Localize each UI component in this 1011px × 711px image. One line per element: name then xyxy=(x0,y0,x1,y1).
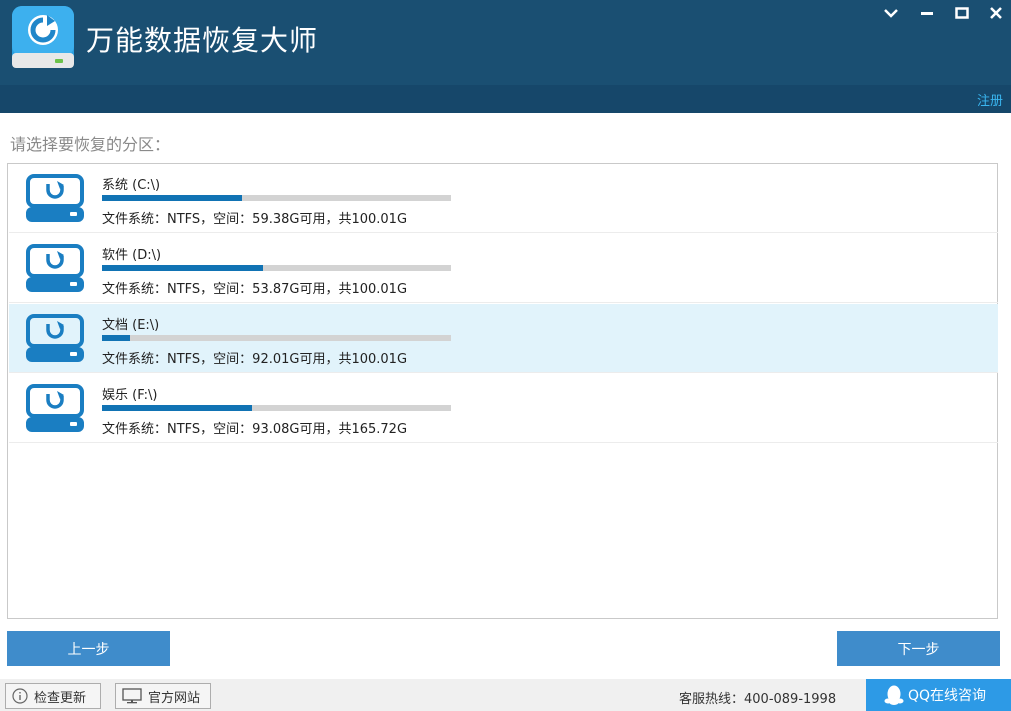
usage-bar xyxy=(102,265,451,271)
monitor-icon xyxy=(122,688,142,704)
drive-info: 文件系统：NTFS，空间：53.87G可用，共100.01G xyxy=(102,282,408,297)
drive-name: 系统 (C:\) xyxy=(102,178,161,193)
drive-recovery-icon xyxy=(26,244,84,292)
minimize-icon xyxy=(921,12,933,15)
drive-info: 文件系统：NTFS，空间：93.08G可用，共165.72G xyxy=(102,422,408,437)
drive-name: 软件 (D:\) xyxy=(102,248,162,263)
minimize-button[interactable] xyxy=(915,2,939,24)
partition-row[interactable]: 系统 (C:\) 文件系统：NTFS，空间：59.38G可用，共100.01G xyxy=(9,164,998,233)
dropdown-button[interactable] xyxy=(879,2,903,24)
drive-name: 文档 (E:\) xyxy=(102,318,160,333)
chevron-down-icon xyxy=(884,9,898,18)
qq-consult-label: QQ在线咨询 xyxy=(908,688,987,704)
official-site-label: 官方网站 xyxy=(148,690,201,706)
partition-list: 系统 (C:\) 文件系统：NTFS，空间：59.38G可用，共100.01G … xyxy=(7,163,998,619)
drive-info: 文件系统：NTFS，空间：92.01G可用，共100.01G xyxy=(102,352,408,367)
app-logo-icon xyxy=(12,6,74,68)
drive-recovery-icon xyxy=(26,174,84,222)
title-bar: 万能数据恢复大师 注册 xyxy=(0,0,1011,113)
check-update-label: 检查更新 xyxy=(34,690,87,706)
drive-recovery-icon xyxy=(26,384,84,432)
usage-bar xyxy=(102,335,451,341)
qq-penguin-icon xyxy=(884,685,904,705)
usage-bar-fill xyxy=(102,405,253,411)
maximize-icon xyxy=(955,7,969,19)
title-subbar xyxy=(0,85,1011,113)
usage-bar xyxy=(102,195,451,201)
register-link[interactable]: 注册 xyxy=(977,90,1003,109)
app-title: 万能数据恢复大师 xyxy=(86,24,319,57)
usage-bar-fill xyxy=(102,195,242,201)
close-icon xyxy=(990,7,1002,19)
official-site-button[interactable]: 官方网站 xyxy=(115,683,211,709)
partition-row[interactable]: 软件 (D:\) 文件系统：NTFS，空间：53.87G可用，共100.01G xyxy=(9,234,998,303)
usage-bar-fill xyxy=(102,335,130,341)
maximize-button[interactable] xyxy=(950,2,974,24)
prev-step-button[interactable]: 上一步 xyxy=(7,631,170,666)
next-step-button[interactable]: 下一步 xyxy=(837,631,1000,666)
drive-recovery-icon xyxy=(26,314,84,362)
close-button[interactable] xyxy=(984,2,1008,24)
drive-info: 文件系统：NTFS，空间：59.38G可用，共100.01G xyxy=(102,212,408,227)
partition-row[interactable]: 文档 (E:\) 文件系统：NTFS，空间：92.01G可用，共100.01G xyxy=(9,304,998,373)
usage-bar xyxy=(102,405,451,411)
info-icon xyxy=(12,688,28,704)
partition-row[interactable]: 娱乐 (F:\) 文件系统：NTFS，空间：93.08G可用，共165.72G xyxy=(9,374,998,443)
service-hotline: 客服热线：400-089-1998 xyxy=(679,692,837,707)
qq-consult-button[interactable]: QQ在线咨询 xyxy=(866,679,1011,711)
partition-prompt: 请选择要恢复的分区： xyxy=(10,135,171,154)
drive-name: 娱乐 (F:\) xyxy=(102,388,158,403)
usage-bar-fill xyxy=(102,265,263,271)
check-update-button[interactable]: 检查更新 xyxy=(5,683,101,709)
